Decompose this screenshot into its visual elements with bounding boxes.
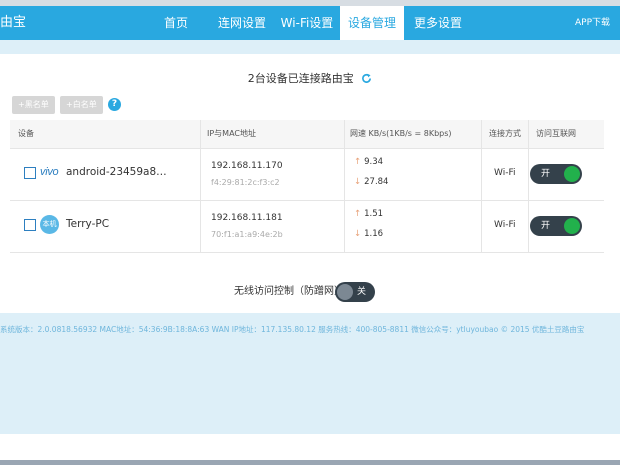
arrow-up-icon: ↑ <box>354 209 362 219</box>
upload-speed: ↑ 9.34 <box>354 157 383 167</box>
device-ip: 192.168.11.181 <box>211 213 283 223</box>
header-device: 设备 <box>18 129 34 138</box>
nav-network-settings[interactable]: 连网设置 <box>213 6 271 40</box>
header-internet-access: 访问互联网 <box>536 129 576 138</box>
connection-type: Wi-Fi <box>494 168 516 178</box>
connected-status-text: 2台设备已连接路由宝 <box>247 72 354 85</box>
vivo-logo: vivo <box>40 166 59 178</box>
connected-status: 2台设备已连接路由宝 <box>0 70 620 87</box>
nav-device-management[interactable]: 设备管理 <box>340 6 404 40</box>
footer: 系统版本：2.0.0818.56932 MAC地址：54:36:9B:18:8A… <box>0 313 620 434</box>
nav-subband <box>0 40 620 54</box>
internet-access-toggle[interactable]: 开 <box>530 216 582 236</box>
add-blacklist-button[interactable]: +黑名单 <box>12 96 55 114</box>
download-speed: ↓ 1.16 <box>354 229 383 239</box>
wireless-access-toggle[interactable]: 关 <box>335 282 375 302</box>
refresh-icon[interactable] <box>361 73 372 87</box>
device-checkbox[interactable] <box>24 167 36 179</box>
device-mac: f4:29:81:2c:f3:c2 <box>211 178 280 187</box>
add-whitelist-button[interactable]: +白名单 <box>60 96 103 114</box>
download-speed: ↓ 27.84 <box>354 177 388 187</box>
upload-speed-value: 9.34 <box>364 157 384 167</box>
table-row: 本机 Terry-PC 192.168.11.181 70:f1:a1:a9:4… <box>10 200 604 253</box>
upload-speed-value: 1.51 <box>364 209 384 219</box>
connection-type: Wi-Fi <box>494 220 516 230</box>
table-header: 设备 IP与MAC地址 网速 KB/s(1KB/s = 8Kbps) 连接方式 … <box>10 120 604 149</box>
device-mac: 70:f1:a1:a9:4e:2b <box>211 230 283 239</box>
wireless-access-label: 无线访问控制（防蹭网） <box>234 286 344 297</box>
toggle-label: 开 <box>541 221 551 231</box>
device-name[interactable]: Terry-PC <box>66 218 109 230</box>
device-name[interactable]: android-23459a8… <box>66 166 167 178</box>
toggle-knob <box>564 166 580 182</box>
arrow-down-icon: ↓ <box>354 229 362 239</box>
device-checkbox[interactable] <box>24 219 36 231</box>
brand-logo: 由宝 <box>0 15 27 30</box>
toggle-knob <box>337 284 353 300</box>
table-row: vivo android-23459a8… 192.168.11.170 f4:… <box>10 148 604 201</box>
nav-more-settings[interactable]: 更多设置 <box>410 6 466 40</box>
nav-wifi-settings[interactable]: Wi-Fi设置 <box>278 6 336 40</box>
arrow-up-icon: ↑ <box>354 157 362 167</box>
download-speed-value: 27.84 <box>364 177 389 187</box>
device-ip: 192.168.11.170 <box>211 161 283 171</box>
local-pc-avatar: 本机 <box>40 215 59 234</box>
header-connection: 连接方式 <box>489 129 521 138</box>
download-speed-value: 1.16 <box>364 229 384 239</box>
header-ip-mac: IP与MAC地址 <box>207 129 257 138</box>
toggle-knob <box>564 218 580 234</box>
wireless-access-control: 无线访问控制（防蹭网） 关 <box>0 282 620 302</box>
toggle-label: 关 <box>357 287 367 297</box>
taskbar-strip <box>0 460 620 465</box>
top-navbar: 由宝 首页 连网设置 Wi-Fi设置 设备管理 更多设置 APP下载 <box>0 6 620 40</box>
taskbar-area <box>0 434 620 465</box>
help-icon[interactable]: ? <box>108 98 121 111</box>
arrow-down-icon: ↓ <box>354 177 362 187</box>
nav-home[interactable]: 首页 <box>156 6 196 40</box>
footer-info: 系统版本：2.0.0818.56932 MAC地址：54:36:9B:18:8A… <box>0 325 585 334</box>
toggle-label: 开 <box>541 169 551 179</box>
header-speed: 网速 KB/s(1KB/s = 8Kbps) <box>350 129 452 138</box>
app-download-link[interactable]: APP下载 <box>575 6 610 40</box>
internet-access-toggle[interactable]: 开 <box>530 164 582 184</box>
upload-speed: ↑ 1.51 <box>354 209 383 219</box>
